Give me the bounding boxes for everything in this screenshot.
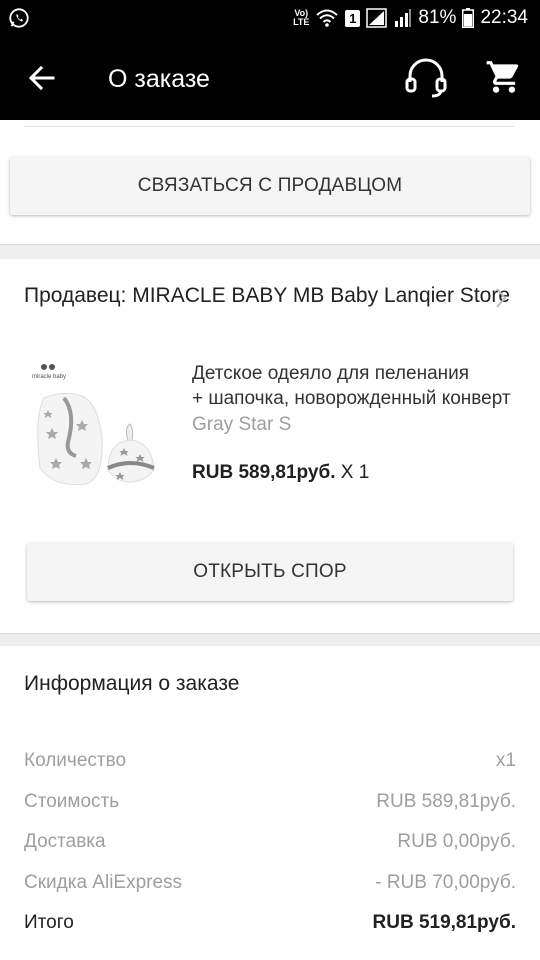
row-value: - RUB 70,00руб. (375, 872, 516, 893)
order-info-row: Скидка AliExpress - RUB 70,00руб. (24, 872, 516, 898)
price-value: RUB 589,81руб. (192, 462, 336, 483)
product-variant: Gray Star S (192, 414, 292, 435)
cart-icon[interactable] (485, 58, 523, 96)
row-value: RUB 589,81руб. (376, 791, 516, 812)
order-info-row: Доставка RUB 0,00руб. (24, 831, 516, 857)
wifi-icon (315, 8, 339, 28)
contact-seller-button[interactable]: СВЯЗАТЬСЯ С ПРОДАВЦОМ (10, 157, 530, 215)
section-gap-2 (0, 633, 540, 646)
order-info-title: Информация о заказе (24, 672, 240, 695)
row-value: x1 (495, 750, 516, 771)
row-value: RUB 0,00руб. (397, 831, 516, 852)
order-total-row: Итого RUB 519,81руб. (24, 912, 516, 938)
row-label: Скидка AliExpress (24, 872, 183, 893)
row-value: RUB 519,81руб. (372, 912, 517, 933)
divider (24, 126, 514, 127)
brand-logo: miracle baby (32, 374, 66, 380)
row-label: Количество (24, 750, 127, 771)
chevron-right-icon (494, 286, 508, 310)
clock: 22:34 (480, 7, 528, 28)
section-gap (0, 244, 540, 259)
app-bar: О заказе (0, 38, 540, 120)
row-label: Стоимость (24, 791, 120, 812)
order-info-row: Стоимость RUB 589,81руб. (24, 791, 516, 817)
back-arrow-icon[interactable] (26, 62, 58, 94)
signal-icon (366, 8, 388, 28)
product-price: RUB 589,81руб. X 1 (192, 462, 369, 484)
volte-indicator: Vo) LTE (293, 8, 310, 27)
order-info-row: Количество x1 (24, 750, 516, 776)
whatsapp-icon (8, 7, 30, 35)
row-label: Доставка (24, 831, 106, 852)
quantity-value: X 1 (335, 462, 370, 483)
page-title: О заказе (108, 65, 210, 93)
sim-badge: 1 (345, 9, 361, 27)
product-image[interactable]: miracle baby (24, 358, 176, 508)
open-dispute-button[interactable]: ОТКРЫТЬ СПОР (27, 543, 513, 601)
seller-name[interactable]: Продавец: MIRACLE BABY MB Baby Lanqier S… (24, 284, 514, 308)
battery-percent: 81% (418, 7, 457, 28)
row-label: Итого (24, 912, 74, 933)
headset-support-icon[interactable] (404, 58, 448, 98)
battery-icon (462, 8, 475, 28)
status-bar: Vo) LTE 1 81% 22:34 (0, 0, 540, 38)
product-name[interactable]: Детское одеяло для пеленания + шапочка, … (192, 361, 522, 411)
signal-icon-2 (394, 8, 412, 28)
